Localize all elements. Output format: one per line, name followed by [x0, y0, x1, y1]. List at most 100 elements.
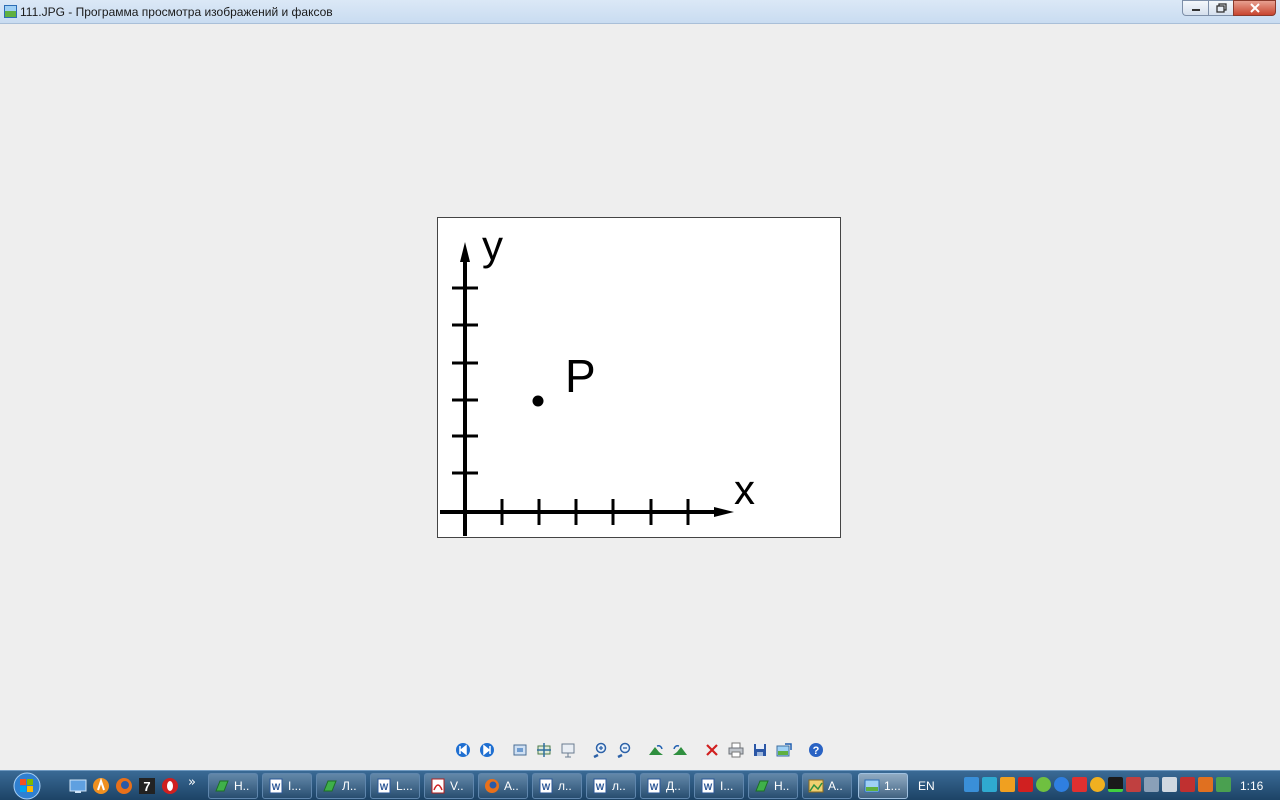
network-icon[interactable]: [964, 777, 979, 792]
taskbar-button[interactable]: W I...: [262, 773, 312, 799]
taskbar: 7 » Н.. W I... Л.. W L... V.. A.. W л.. …: [0, 770, 1280, 800]
viewer-toolbar: ?: [0, 741, 1280, 763]
taskbar-button[interactable]: Л..: [316, 773, 366, 799]
windows-logo-icon: [13, 772, 41, 800]
taskbar-button[interactable]: Н..: [208, 773, 258, 799]
image-viewer-icon: [864, 779, 880, 793]
help-icon: ?: [809, 743, 823, 757]
taskbar-button[interactable]: W I...: [694, 773, 744, 799]
taskbar-button[interactable]: W л..: [586, 773, 636, 799]
taskbar-button[interactable]: A..: [478, 773, 528, 799]
print-button[interactable]: [727, 741, 745, 759]
window-controls: [1182, 0, 1276, 16]
taskbar-button-label: L...: [396, 779, 413, 793]
ati-icon[interactable]: [1018, 777, 1033, 792]
close-icon: [1249, 3, 1260, 13]
clock[interactable]: 1:16: [1240, 779, 1263, 793]
save-icon: [754, 744, 766, 756]
delete-icon: [706, 744, 718, 756]
show-desktop-icon[interactable]: [69, 777, 87, 795]
quick-launch-more-icon[interactable]: »: [188, 775, 196, 790]
image-app-icon: [808, 779, 824, 793]
restore-icon: [1215, 3, 1227, 13]
actual-size-icon: [537, 743, 551, 757]
svg-text:W: W: [596, 782, 605, 792]
x-axis-arrow: [714, 507, 734, 517]
taskbar-button-label: I...: [720, 779, 734, 793]
language-indicator[interactable]: EN: [918, 779, 935, 793]
svg-text:W: W: [380, 782, 389, 792]
help-button[interactable]: ?: [807, 741, 825, 759]
zoom-in-icon: [593, 742, 607, 758]
taskbar-button-label: Л..: [342, 779, 357, 793]
rotate-clockwise-icon: [649, 745, 663, 755]
opera-icon[interactable]: [161, 777, 179, 795]
firefox-icon[interactable]: [115, 777, 133, 795]
delete-button[interactable]: [703, 741, 721, 759]
minimize-icon: [1191, 9, 1200, 11]
green-app-icon: [323, 780, 337, 792]
word-doc-icon: W: [647, 778, 661, 794]
restore-button[interactable]: [1208, 0, 1233, 16]
avast-icon[interactable]: [92, 777, 110, 795]
word-doc-icon: W: [593, 778, 607, 794]
save-button[interactable]: [751, 741, 769, 759]
usb-icon[interactable]: [1162, 777, 1177, 792]
taskbar-button-label: 1...: [884, 779, 901, 793]
previous-image-button[interactable]: [454, 741, 472, 759]
y-axis-arrow: [460, 242, 470, 262]
close-button[interactable]: [1233, 0, 1276, 16]
taskbar-button[interactable]: Н..: [748, 773, 798, 799]
taskbar-button[interactable]: W L...: [370, 773, 420, 799]
x-axis-label: x: [734, 466, 755, 513]
best-fit-icon: [513, 744, 527, 756]
pause-icon[interactable]: [1000, 777, 1015, 792]
zoom-out-button[interactable]: [615, 741, 633, 759]
power-icon[interactable]: [1054, 777, 1069, 792]
7zip-icon[interactable]: 7: [138, 777, 156, 795]
network-status-icon[interactable]: [1216, 777, 1231, 792]
flag-icon[interactable]: [1198, 777, 1213, 792]
taskbar-button[interactable]: W л..: [532, 773, 582, 799]
actual-size-button[interactable]: [535, 741, 553, 759]
zoom-out-icon: [617, 742, 631, 758]
taskbar-button[interactable]: V..: [424, 773, 474, 799]
taskbar-button[interactable]: А..: [802, 773, 852, 799]
svg-text:W: W: [272, 782, 281, 792]
print-icon: [728, 742, 744, 758]
start-button[interactable]: [10, 772, 44, 800]
update-icon[interactable]: [1072, 777, 1087, 792]
rotate-clockwise-button[interactable]: [647, 741, 665, 759]
image-viewer-app-icon: [4, 5, 17, 18]
point-p: [532, 395, 544, 407]
best-fit-button[interactable]: [511, 741, 529, 759]
displayed-image: y x P: [437, 217, 841, 538]
sync-icon[interactable]: [982, 777, 997, 792]
svg-text:?: ?: [813, 745, 820, 757]
title-bar: 111.JPG - Программа просмотра изображени…: [0, 0, 1280, 24]
mail-icon[interactable]: [1126, 777, 1141, 792]
zoom-in-button[interactable]: [591, 741, 609, 759]
slideshow-button[interactable]: [559, 741, 577, 759]
taskbar-button-label: Н..: [774, 779, 790, 793]
open-with-button[interactable]: [775, 741, 793, 759]
svg-text:W: W: [542, 782, 551, 792]
taskbar-button-label: V..: [450, 779, 464, 793]
taskbar-button[interactable]: W Д..: [640, 773, 690, 799]
word-doc-icon: W: [377, 778, 391, 794]
rotate-counterclockwise-button[interactable]: [671, 741, 689, 759]
settings-icon[interactable]: [1144, 777, 1159, 792]
taskbar-button-label: Д..: [666, 779, 681, 793]
avast-tray-icon[interactable]: [1090, 777, 1105, 792]
shield-icon[interactable]: [1036, 777, 1051, 792]
svg-text:W: W: [650, 782, 659, 792]
taskbar-button-active[interactable]: 1...: [858, 773, 908, 799]
battery-icon[interactable]: [1108, 777, 1123, 792]
coordinate-diagram: y x P: [440, 222, 755, 536]
svg-text:7: 7: [143, 779, 150, 794]
firefox-icon: [485, 779, 499, 793]
next-image-button[interactable]: [478, 741, 496, 759]
open-with-icon: [776, 743, 792, 757]
camera-icon[interactable]: [1180, 777, 1195, 792]
minimize-button[interactable]: [1182, 0, 1208, 16]
